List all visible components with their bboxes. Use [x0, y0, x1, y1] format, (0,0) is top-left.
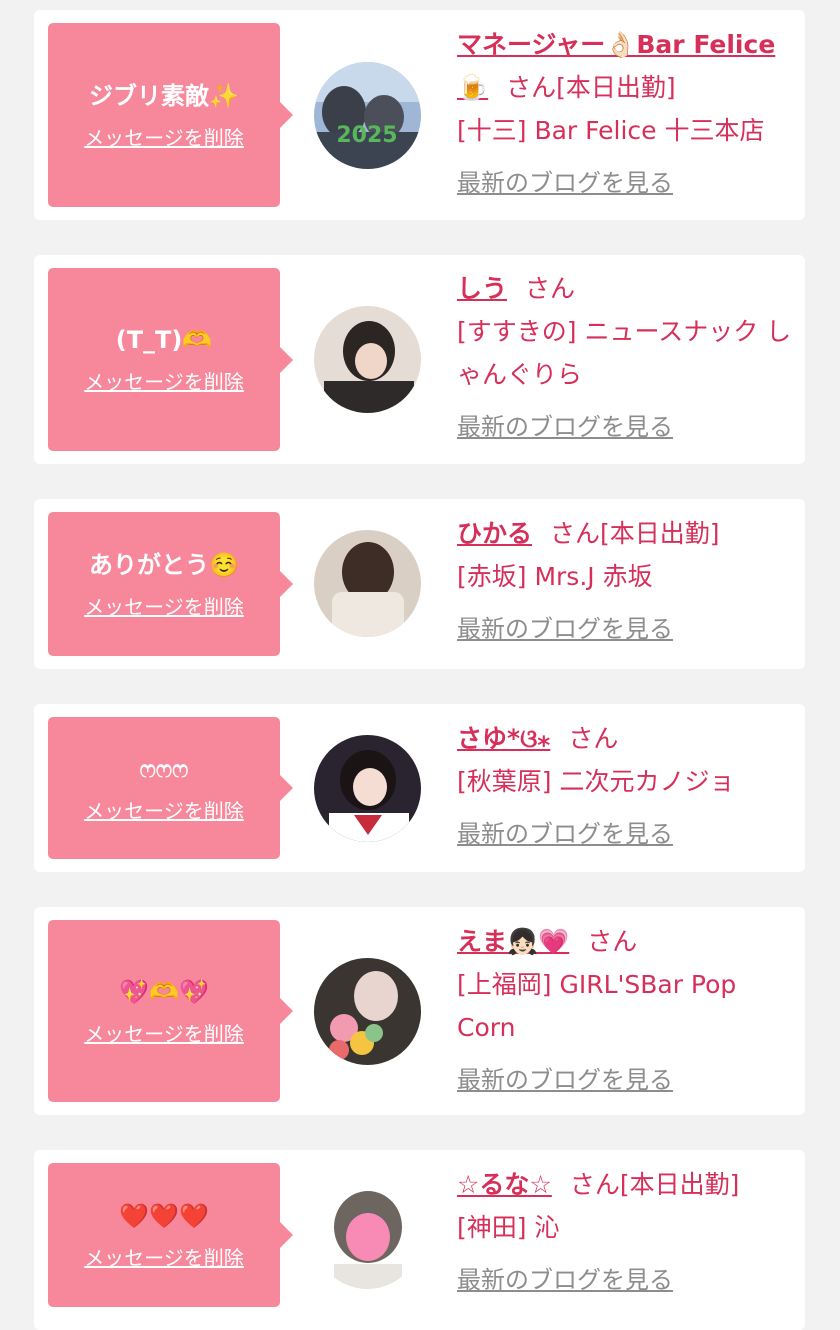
latest-blog-link[interactable]: 最新のブログを見る	[457, 813, 673, 856]
cast-info: えま👧🏻💗 さん [上福岡] GIRL'SBar Pop Corn 最新のブログを…	[457, 920, 797, 1102]
shop-name: [赤坂] Mrs.J 赤坂	[457, 562, 653, 591]
cast-info: ひかる さん[本日出勤] [赤坂] Mrs.J 赤坂 最新のブログを見る	[457, 512, 797, 651]
delete-message-link[interactable]: メッセージを削除	[84, 1018, 244, 1047]
honorific: さん	[506, 73, 557, 102]
message-text: ෆෆෆ	[139, 754, 189, 783]
avatar-image	[314, 530, 421, 637]
message-card: (T_T)🫶 メッセージを削除 しう さん [すすきの] ニュースナック しゃんぐ…	[34, 255, 805, 464]
latest-blog-link[interactable]: 最新のブログを見る	[457, 1259, 673, 1302]
latest-blog-link[interactable]: 最新のブログを見る	[457, 162, 673, 205]
message-card: ෆෆෆ メッセージを削除 さゆ*ଓ⁎ さん [秋葉原] 二次元カノジョ 最新のブロ…	[34, 704, 805, 872]
message-card: 💖🫶💖 メッセージを削除 えま👧🏻💗 さん [上福岡] GIRL'SBar Pop…	[34, 907, 805, 1115]
shop-name: [すすきの] ニュースナック しゃんぐりら	[457, 317, 792, 389]
status-badge: [本日出勤]	[556, 73, 676, 102]
cast-name-link[interactable]: しう	[457, 274, 507, 303]
message-bubble: ෆෆෆ メッセージを削除	[48, 717, 293, 859]
honorific: さん	[569, 1170, 620, 1199]
avatar-image	[314, 735, 421, 842]
cast-name-link[interactable]: ☆るな☆	[457, 1170, 552, 1199]
latest-blog-link[interactable]: 最新のブログを見る	[457, 1059, 673, 1102]
message-text: ありがとう☺️	[89, 550, 239, 579]
message-text: ジブリ素敵✨	[89, 81, 239, 110]
avatar-image	[314, 1182, 421, 1289]
shop-name: [上福岡] GIRL'SBar Pop Corn	[457, 970, 737, 1042]
shop-name: [神田] 沁	[457, 1213, 560, 1242]
status-badge: [本日出勤]	[600, 519, 720, 548]
latest-blog-link[interactable]: 最新のブログを見る	[457, 608, 673, 651]
avatar[interactable]	[314, 735, 421, 842]
message-bubble: ジブリ素敵✨ メッセージを削除	[48, 23, 293, 207]
message-text: (T_T)🫶	[115, 326, 213, 354]
message-card: ありがとう☺️ メッセージを削除 ひかる さん[本日出勤] [赤坂] Mrs.J …	[34, 499, 805, 669]
shop-name: [秋葉原] 二次元カノジョ	[457, 767, 735, 796]
delete-message-link[interactable]: メッセージを削除	[84, 1242, 244, 1271]
honorific: さん	[550, 519, 601, 548]
message-bubble: 💖🫶💖 メッセージを削除	[48, 920, 293, 1102]
avatar-caption: 2025	[336, 123, 397, 148]
cast-name-link[interactable]: さゆ*ଓ⁎	[457, 724, 550, 753]
delete-message-link[interactable]: メッセージを削除	[84, 795, 244, 824]
cast-info: マネージャー👌🏻Bar Felice🍺 さん[本日出勤] [十三] Bar Fel…	[457, 23, 797, 205]
honorific: さん	[525, 274, 576, 303]
message-bubble: ありがとう☺️ メッセージを削除	[48, 512, 293, 656]
cast-name-link[interactable]: ひかる	[457, 519, 532, 548]
avatar[interactable]	[314, 530, 421, 637]
latest-blog-link[interactable]: 最新のブログを見る	[457, 406, 673, 449]
message-text: 💖🫶💖	[119, 977, 209, 1006]
avatar[interactable]	[314, 958, 421, 1065]
delete-message-link[interactable]: メッセージを削除	[84, 591, 244, 620]
message-list: ジブリ素敵✨ メッセージを削除 2025 マネージャー👌🏻Bar Felice🍺…	[0, 0, 840, 1330]
avatar[interactable]: 2025	[314, 62, 421, 169]
cast-info: しう さん [すすきの] ニュースナック しゃんぐりら 最新のブログを見る	[457, 267, 797, 449]
message-card: ジブリ素敵✨ メッセージを削除 2025 マネージャー👌🏻Bar Felice🍺…	[34, 10, 805, 220]
delete-message-link[interactable]: メッセージを削除	[84, 122, 244, 151]
delete-message-link[interactable]: メッセージを削除	[84, 366, 244, 395]
avatar-image	[314, 958, 421, 1065]
shop-name: [十三] Bar Felice 十三本店	[457, 116, 765, 145]
avatar-image: 2025	[314, 62, 421, 169]
avatar[interactable]	[314, 1182, 421, 1289]
message-text: ❤️❤️❤️	[119, 1201, 209, 1230]
honorific: さん	[568, 724, 619, 753]
status-badge: [本日出勤]	[619, 1170, 740, 1199]
avatar[interactable]	[314, 306, 421, 413]
cast-info: ☆るな☆ さん[本日出勤] [神田] 沁 最新のブログを見る	[457, 1163, 797, 1302]
cast-name-link[interactable]: えま👧🏻💗	[457, 927, 569, 956]
honorific: さん	[587, 927, 638, 956]
message-card: ❤️❤️❤️ メッセージを削除 ☆るな☆ さん[本日出勤] [神田] 沁 最新のブ…	[34, 1150, 805, 1330]
cast-info: さゆ*ଓ⁎ さん [秋葉原] 二次元カノジョ 最新のブログを見る	[457, 717, 797, 856]
message-bubble: ❤️❤️❤️ メッセージを削除	[48, 1163, 293, 1307]
message-bubble: (T_T)🫶 メッセージを削除	[48, 268, 293, 451]
avatar-image	[314, 306, 421, 413]
